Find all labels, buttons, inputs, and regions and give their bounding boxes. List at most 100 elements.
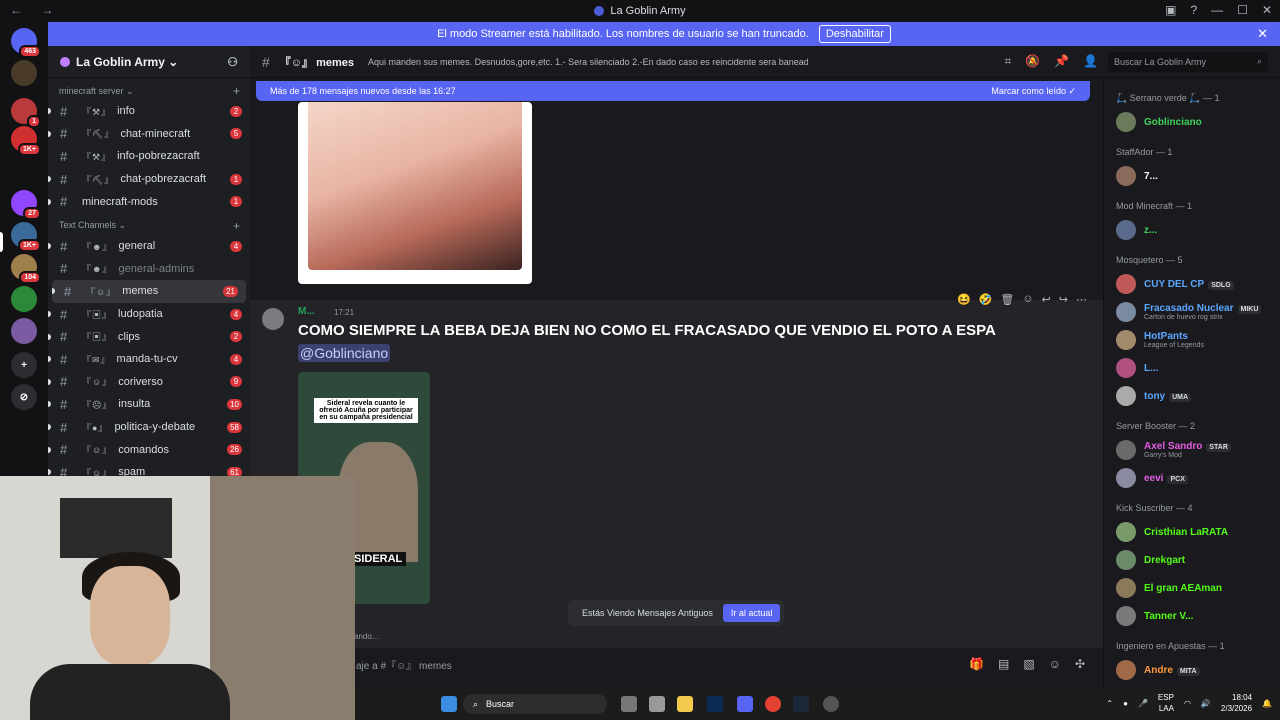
emoji-icon[interactable]: ☺ xyxy=(1049,657,1061,671)
pin-icon[interactable]: 📌 xyxy=(1054,54,1069,69)
channel-category[interactable]: minecraft server ⌄ + xyxy=(48,78,250,100)
member-item[interactable]: Cristhian LaRATA xyxy=(1116,520,1278,544)
channel-item-chat-pobrezacraft[interactable]: # 『⛏』 chat-pobrezacraft 1 xyxy=(48,168,250,191)
volume-icon[interactable]: 🔊 xyxy=(1201,699,1211,708)
channel-item-ludopatia[interactable]: # 『▣』 ludopatia 4 xyxy=(48,303,250,326)
channel-item-coriverso[interactable]: # 『☺』 coriverso 9 xyxy=(48,371,250,394)
channel-item-insulta[interactable]: # 『☹』 insulta 10 xyxy=(48,393,250,416)
channel-item-clips[interactable]: # 『▣』 clips 2 xyxy=(48,325,250,348)
tray-icon[interactable]: ● xyxy=(1123,699,1128,708)
server-icon[interactable]: 104 xyxy=(11,254,41,284)
member-item[interactable]: z... xyxy=(1116,218,1278,242)
reply-icon[interactable]: ↩ xyxy=(1042,293,1051,306)
app-icon[interactable] xyxy=(649,696,665,712)
member-item[interactable]: Tanner V... xyxy=(1116,604,1278,628)
language-indicator[interactable]: ESP LAA xyxy=(1158,692,1174,714)
add-channel-icon[interactable]: + xyxy=(233,84,240,98)
member-item[interactable]: Axel Sandro STAR Garry's Mod xyxy=(1116,438,1278,462)
gif-icon[interactable]: ▤ xyxy=(998,657,1009,671)
channel-topic[interactable]: Aqui manden sus memes. Desnudos,gore,etc… xyxy=(368,57,808,67)
member-item[interactable]: HotPants League of Legends xyxy=(1116,328,1278,352)
members-icon[interactable]: 👤 xyxy=(1083,54,1098,69)
server-icon[interactable]: 1K+ xyxy=(11,222,41,252)
channel-item-comandos[interactable]: # 『☺』 comandos 26 xyxy=(48,438,250,461)
taskview-icon[interactable] xyxy=(621,696,637,712)
channel-item-chat-minecraft[interactable]: # 『⛏』 chat-minecraft 5 xyxy=(48,123,250,146)
member-item[interactable]: CUY DEL CP SDLG xyxy=(1116,272,1278,296)
inbox-icon[interactable]: ▣ xyxy=(1165,3,1176,17)
photoshop-icon[interactable] xyxy=(707,696,723,712)
message-composer[interactable]: aje a #『☺』 memes 🎁 ▤ ▧ ☺ ✣ xyxy=(250,648,1103,680)
server-icon[interactable] xyxy=(11,286,37,312)
discord-icon[interactable] xyxy=(737,696,753,712)
member-item[interactable]: L... xyxy=(1116,356,1278,380)
chevron-up-icon[interactable]: ⌃ xyxy=(1106,699,1113,708)
member-item[interactable]: eevi PCX xyxy=(1116,466,1278,490)
gift-icon[interactable]: 🎁 xyxy=(969,657,984,671)
more-icon[interactable]: ⋯ xyxy=(1076,293,1087,306)
server-icon[interactable] xyxy=(11,318,37,344)
chrome-icon[interactable] xyxy=(765,696,781,712)
steam-icon[interactable] xyxy=(793,696,809,712)
threads-icon[interactable]: ⌗ xyxy=(1004,54,1011,69)
reaction-icon[interactable]: 🗑 xyxy=(1000,293,1014,306)
taskbar-search[interactable]: ⌕ Buscar xyxy=(463,694,607,714)
member-item[interactable]: Goblinciano xyxy=(1116,110,1278,134)
message-author[interactable]: M... xyxy=(298,306,315,317)
notifications-icon[interactable]: 🔔 xyxy=(1262,699,1272,708)
add-member-icon[interactable]: ⚇ xyxy=(227,55,238,69)
channel-item-info[interactable]: # 『⚒』 info 2 xyxy=(48,100,250,123)
member-item[interactable]: Andre MITA xyxy=(1116,658,1278,682)
sticker-icon[interactable]: ▧ xyxy=(1023,657,1034,671)
apps-icon[interactable]: ✣ xyxy=(1075,657,1085,671)
guild-header[interactable]: La Goblin Army ⌄ ⚇ xyxy=(48,46,250,78)
help-icon[interactable]: ? xyxy=(1190,3,1197,17)
avatar[interactable] xyxy=(262,308,284,330)
wifi-icon[interactable]: ◠ xyxy=(1184,699,1191,708)
server-icon[interactable]: 1K+ xyxy=(11,126,41,156)
channel-item-info-pobrezacraft[interactable]: # 『⚒』 info-pobrezacraft xyxy=(48,145,250,168)
add-channel-icon[interactable]: + xyxy=(233,219,240,233)
add-server-button[interactable]: + xyxy=(11,352,37,378)
meme-image[interactable] xyxy=(298,102,532,284)
member-item[interactable]: tony UMA xyxy=(1116,384,1278,408)
close-button[interactable]: ✕ xyxy=(1262,3,1272,17)
channel-item-manda-tu-cv[interactable]: # 『✉』 manda-tu-cv 4 xyxy=(48,348,250,371)
channel-item-minecraft-mods[interactable]: # minecraft-mods 1 xyxy=(48,190,250,213)
channel-category[interactable]: Text Channels ⌄ + xyxy=(48,213,250,235)
start-icon[interactable] xyxy=(441,696,457,712)
reaction-icon[interactable]: 😆 xyxy=(957,293,971,306)
nav-arrows[interactable]: ← → xyxy=(10,3,61,17)
minimize-button[interactable]: — xyxy=(1211,3,1223,17)
channel-item-politica-y-debate[interactable]: # 『●』 politica-y-debate 58 xyxy=(48,416,250,439)
disable-streamer-button[interactable]: Deshabilitar xyxy=(818,25,891,43)
mark-read-button[interactable]: Marcar como leído ✓ xyxy=(991,86,1076,97)
mic-icon[interactable]: 🎤 xyxy=(1138,699,1148,708)
channel-item-general-admins[interactable]: # 『☻』 general-admins xyxy=(48,258,250,281)
obs-icon[interactable] xyxy=(823,696,839,712)
member-item[interactable]: 7... xyxy=(1116,164,1278,188)
add-reaction-icon[interactable]: ☺ xyxy=(1022,293,1033,306)
maximize-button[interactable]: ☐ xyxy=(1237,3,1248,17)
reaction-icon[interactable]: 🤣 xyxy=(979,293,993,306)
channel-item-general[interactable]: # 『☻』 general 4 xyxy=(48,235,250,258)
channel-item-memes[interactable]: # 『☺』 memes 21 xyxy=(52,280,246,303)
close-icon[interactable]: ✕ xyxy=(1257,26,1268,42)
server-icon[interactable] xyxy=(11,60,37,86)
member-item[interactable]: Drekgart xyxy=(1116,548,1278,572)
forward-icon[interactable]: ↪ xyxy=(1059,293,1068,306)
server-icon[interactable]: 463 xyxy=(11,28,41,58)
explorer-icon[interactable] xyxy=(677,696,693,712)
clock[interactable]: 18:04 2/3/2026 xyxy=(1221,692,1252,714)
server-icon[interactable]: 27 xyxy=(11,190,41,220)
search-input[interactable]: Buscar La Goblin Army ⌕ xyxy=(1108,51,1268,72)
member-item[interactable]: El gran AEAman xyxy=(1116,576,1278,600)
discover-icon[interactable]: ⊘ xyxy=(11,384,37,410)
member-item[interactable]: Fracasado Nuclear MIKU Carton de huevo rog… xyxy=(1116,300,1278,324)
user-mention[interactable]: @Goblinciano xyxy=(298,344,391,362)
jump-present-button[interactable]: Ir al actual xyxy=(722,604,781,622)
server-icon[interactable]: 1 xyxy=(11,98,41,128)
new-messages-bar[interactable]: Más de 178 mensajes nuevos desde las 16:… xyxy=(256,81,1090,101)
mute-icon[interactable]: 🔕 xyxy=(1025,54,1040,69)
channel-item-spam[interactable]: # 『☺』 spam 61 xyxy=(48,461,250,476)
